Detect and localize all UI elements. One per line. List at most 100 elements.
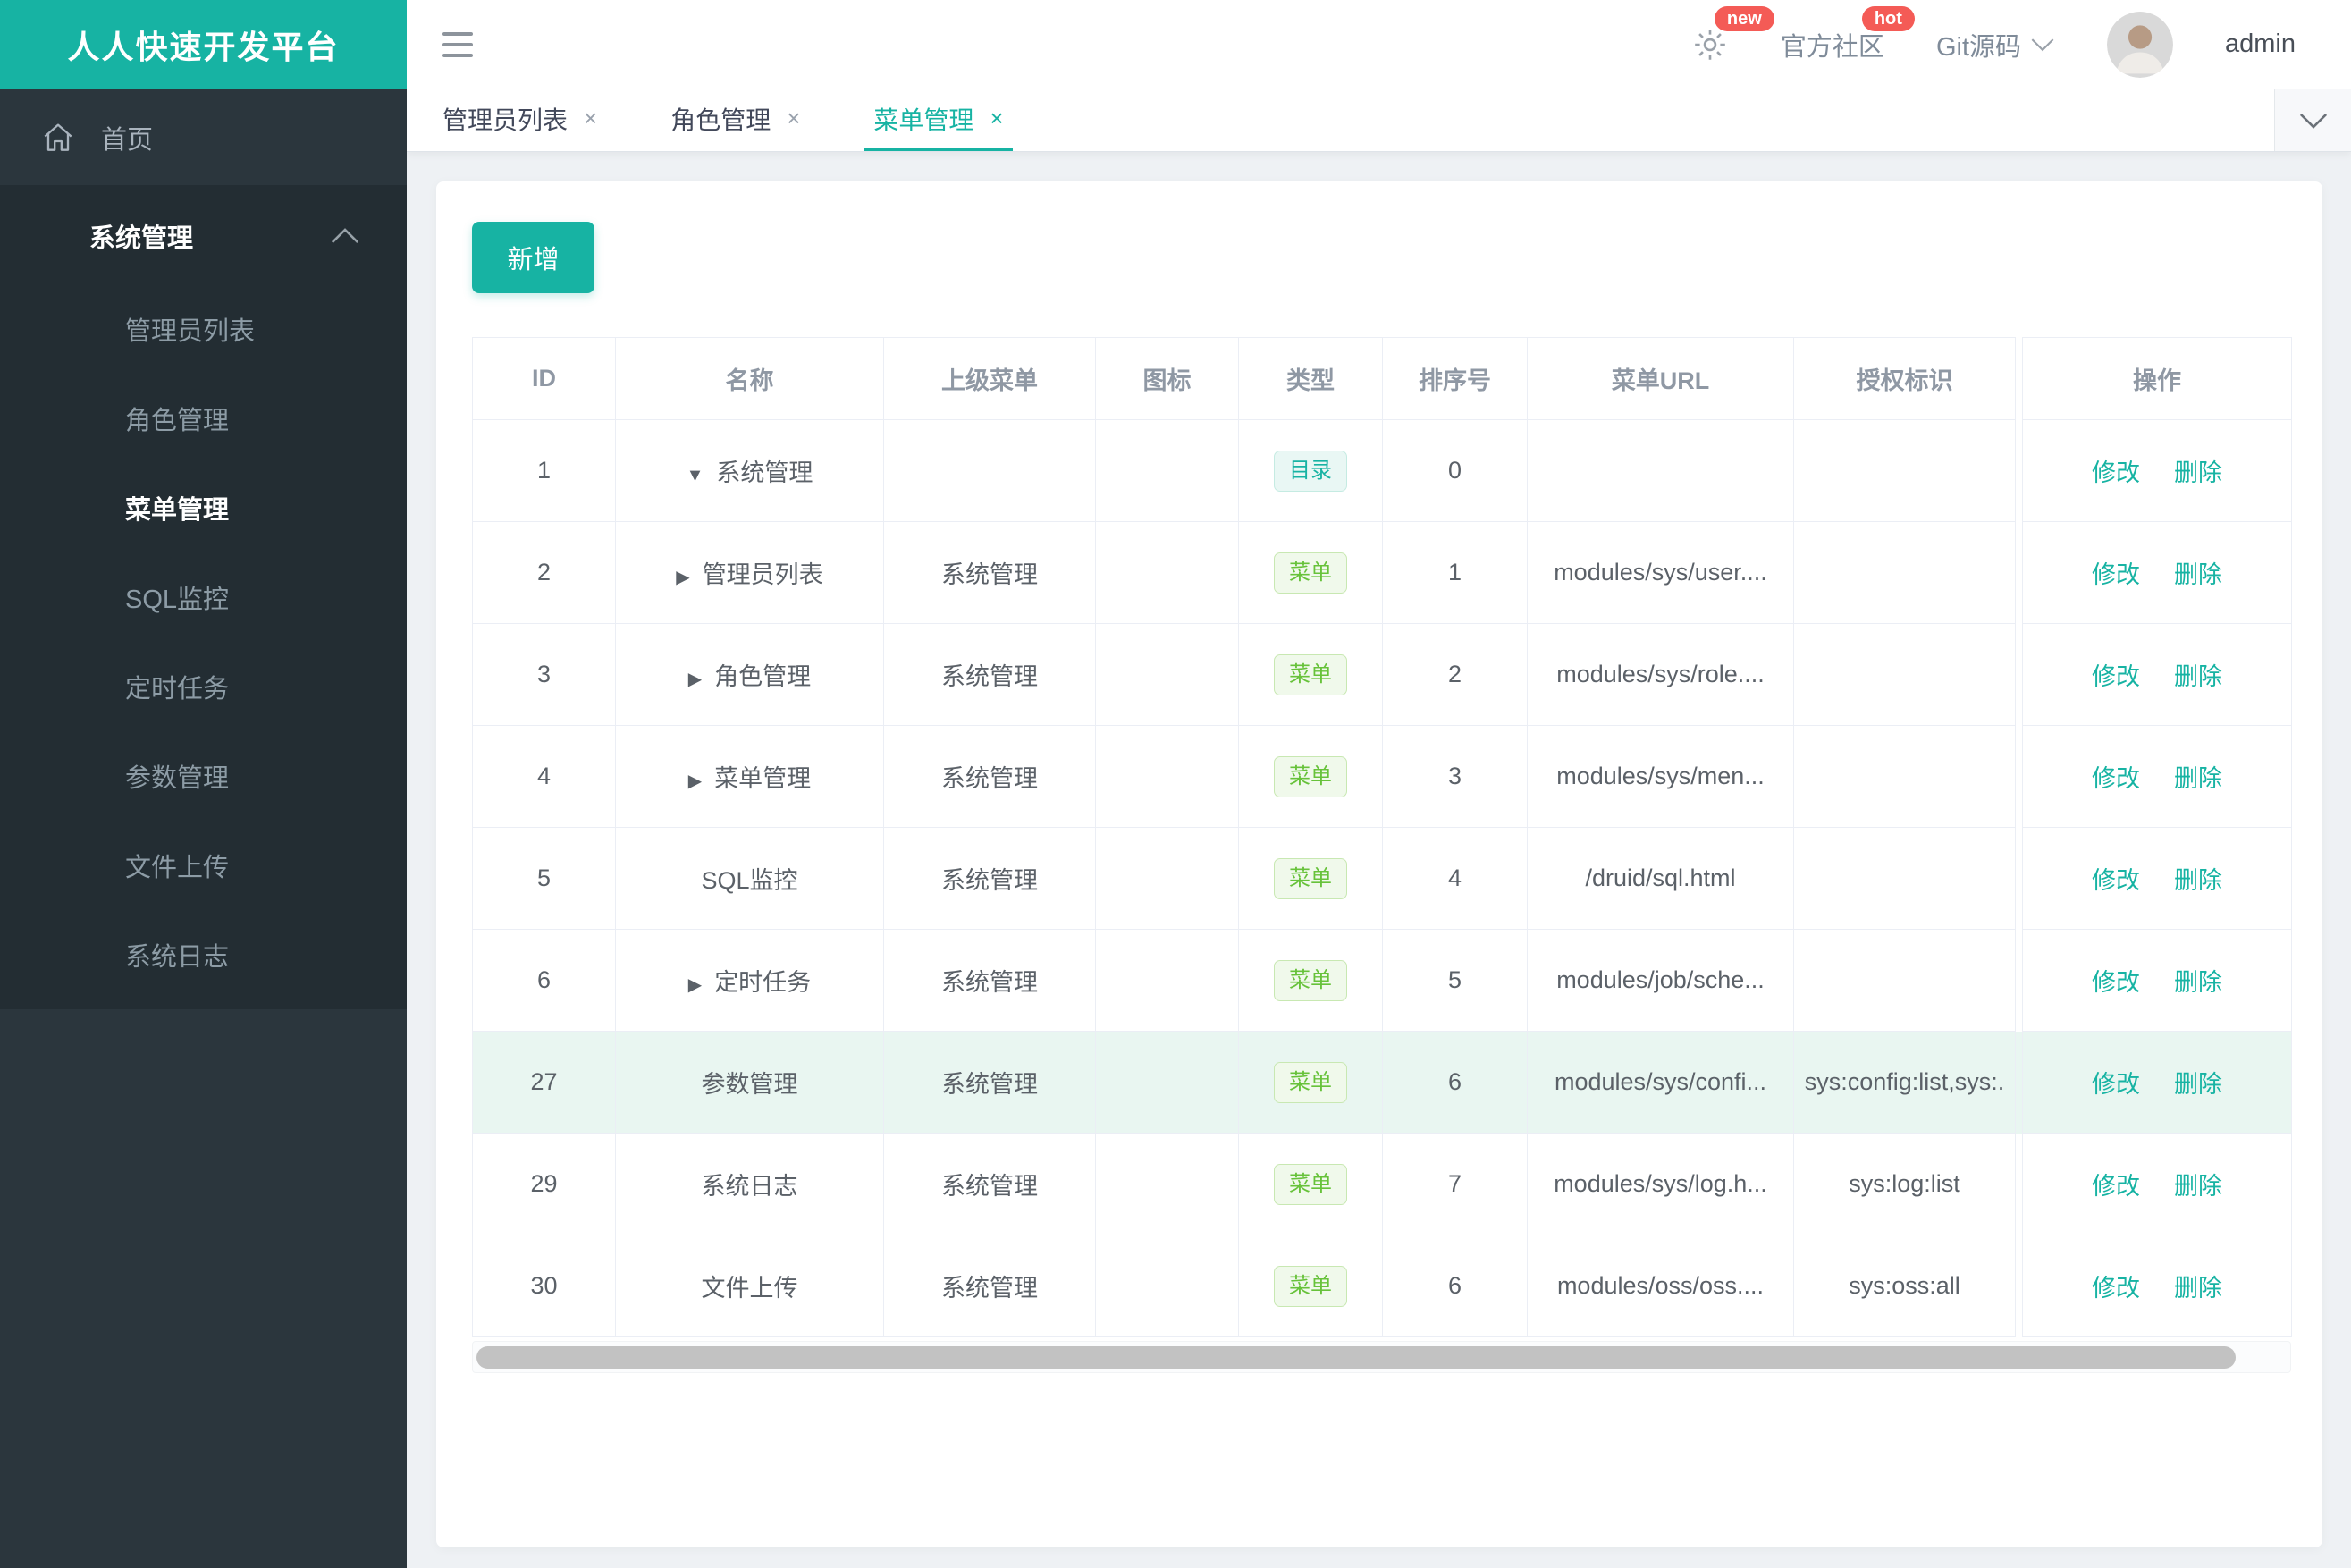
- username-label[interactable]: admin: [2225, 30, 2296, 59]
- tree-toggle-icon[interactable]: ▶: [676, 568, 689, 587]
- header-right: new 官方社区 hot Git源码 admin: [1691, 5, 2296, 78]
- cell-icon: [1095, 623, 1239, 726]
- git-source-dropdown[interactable]: Git源码: [1936, 26, 2055, 63]
- cell-id: 27: [472, 1031, 616, 1134]
- delete-link[interactable]: 删除: [2174, 663, 2222, 690]
- cell-name: 文件上传: [615, 1235, 884, 1337]
- sidebar-item-upload[interactable]: 文件上传: [0, 823, 407, 913]
- sidebar-group-label: 系统管理: [89, 224, 194, 253]
- community-link[interactable]: 官方社区 hot: [1781, 5, 1915, 63]
- tab-role[interactable]: 角色管理 ×: [661, 89, 809, 151]
- delete-link[interactable]: 删除: [2174, 867, 2222, 894]
- type-badge: 菜单: [1274, 1265, 1347, 1307]
- tab-admin-list[interactable]: 管理员列表 ×: [434, 89, 606, 151]
- table-row[interactable]: 4 ▶ 菜单管理 系统管理 菜单 3 modules/sys/men... 修改 删…: [472, 725, 2292, 828]
- cell-type: 菜单: [1238, 1031, 1383, 1134]
- cell-perms: sys:config:list,sys:.: [1793, 1031, 2016, 1134]
- close-icon[interactable]: ×: [584, 105, 597, 132]
- cell-perms: [1793, 827, 2016, 930]
- cell-url: modules/sys/role....: [1527, 623, 1794, 726]
- delete-link[interactable]: 删除: [2174, 459, 2222, 486]
- hot-badge: hot: [1861, 5, 1915, 31]
- delete-link[interactable]: 删除: [2174, 1071, 2222, 1098]
- delete-link[interactable]: 删除: [2174, 1173, 2222, 1200]
- fixed-column-gap: [2015, 929, 2023, 1032]
- fixed-column-gap: [2015, 419, 2023, 522]
- col-perms: 授权标识: [1793, 337, 2016, 420]
- edit-link[interactable]: 修改: [2092, 867, 2140, 894]
- edit-link[interactable]: 修改: [2092, 969, 2140, 996]
- settings-button[interactable]: new: [1691, 5, 1774, 63]
- sidebar-item-home[interactable]: 首页: [0, 89, 407, 185]
- edit-link[interactable]: 修改: [2092, 765, 2140, 792]
- edit-link[interactable]: 修改: [2092, 1173, 2140, 1200]
- sidebar-item-log[interactable]: 系统日志: [0, 913, 407, 1002]
- edit-link[interactable]: 修改: [2092, 1275, 2140, 1302]
- tab-label: 管理员列表: [442, 105, 569, 134]
- hamburger-icon[interactable]: [442, 31, 473, 57]
- cell-parent: 系统管理: [883, 1133, 1096, 1235]
- type-badge: 菜单: [1274, 552, 1347, 594]
- table-row[interactable]: 27 参数管理 系统管理 菜单 6 modules/sys/confi... s…: [472, 1031, 2292, 1134]
- sidebar-item-sql[interactable]: SQL监控: [0, 555, 407, 645]
- sidebar-item-config[interactable]: 参数管理: [0, 734, 407, 823]
- edit-link[interactable]: 修改: [2092, 459, 2140, 486]
- delete-link[interactable]: 删除: [2174, 969, 2222, 996]
- close-icon[interactable]: ×: [787, 105, 800, 132]
- cell-type: 菜单: [1238, 725, 1383, 828]
- edit-link[interactable]: 修改: [2092, 561, 2140, 588]
- table-row[interactable]: 1 ▼ 系统管理 目录 0 修改 删除: [472, 419, 2292, 522]
- git-source-label: Git源码: [1935, 32, 2021, 62]
- edit-link[interactable]: 修改: [2092, 1071, 2140, 1098]
- scrollbar-thumb[interactable]: [476, 1346, 2236, 1369]
- close-icon[interactable]: ×: [990, 105, 1003, 132]
- tree-toggle-icon[interactable]: ▶: [688, 771, 702, 791]
- table-row[interactable]: 2 ▶ 管理员列表 系统管理 菜单 1 modules/sys/user.... …: [472, 521, 2292, 624]
- table-body: 1 ▼ 系统管理 目录 0 修改 删除 2 ▶ 管理员列表 系统管理 菜单 1 mod…: [472, 419, 2292, 1337]
- content-card: 新增 ID 名称 上级菜单 图标 类型 排序号 菜单URL 授权标识 操作 1 …: [436, 181, 2322, 1547]
- delete-link[interactable]: 删除: [2174, 765, 2222, 792]
- sidebar-item-menu[interactable]: 菜单管理: [0, 466, 407, 555]
- fixed-column-gap: [2015, 725, 2023, 828]
- edit-link[interactable]: 修改: [2092, 663, 2140, 690]
- user-avatar[interactable]: [2107, 11, 2173, 78]
- cell-type: 目录: [1238, 419, 1383, 522]
- add-button[interactable]: 新增: [472, 222, 594, 293]
- cell-id: 2: [472, 521, 616, 624]
- sidebar-item-job[interactable]: 定时任务: [0, 645, 407, 734]
- menu-name-label: 定时任务: [714, 969, 812, 996]
- col-type: 类型: [1238, 337, 1383, 420]
- cell-perms: [1793, 419, 2016, 522]
- cell-actions: 修改 删除: [2022, 827, 2292, 930]
- cell-parent: 系统管理: [883, 725, 1096, 828]
- table-row[interactable]: 30 文件上传 系统管理 菜单 6 modules/oss/oss.... sy…: [472, 1235, 2292, 1337]
- table-row[interactable]: 3 ▶ 角色管理 系统管理 菜单 2 modules/sys/role.... 修…: [472, 623, 2292, 726]
- sidebar-item-admin-list[interactable]: 管理员列表: [0, 287, 407, 376]
- sidebar-item-role[interactable]: 角色管理: [0, 376, 407, 466]
- delete-link[interactable]: 删除: [2174, 561, 2222, 588]
- sidebar-group-header[interactable]: 系统管理: [0, 185, 407, 287]
- tab-label: 角色管理: [670, 105, 771, 134]
- tree-toggle-icon[interactable]: ▶: [688, 670, 702, 689]
- col-url: 菜单URL: [1527, 337, 1794, 420]
- tab-menu[interactable]: 菜单管理 ×: [864, 89, 1013, 151]
- table-row[interactable]: 5 SQL监控 系统管理 菜单 4 /druid/sql.html 修改 删除: [472, 827, 2292, 930]
- table-row[interactable]: 29 系统日志 系统管理 菜单 7 modules/sys/log.h... s…: [472, 1133, 2292, 1235]
- tab-bar: 管理员列表 × 角色管理 × 菜单管理 ×: [407, 89, 2351, 152]
- top-header: new 官方社区 hot Git源码 admin: [407, 0, 2351, 89]
- horizontal-scrollbar[interactable]: [472, 1341, 2291, 1373]
- table-row[interactable]: 6 ▶ 定时任务 系统管理 菜单 5 modules/job/sche... 修改…: [472, 929, 2292, 1032]
- tree-toggle-icon[interactable]: ▶: [688, 975, 702, 995]
- cell-perms: [1793, 623, 2016, 726]
- cell-url: modules/oss/oss....: [1527, 1235, 1794, 1337]
- cell-parent: 系统管理: [883, 1031, 1096, 1134]
- tab-list-dropdown[interactable]: [2274, 89, 2351, 151]
- cell-name: 系统日志: [615, 1133, 884, 1235]
- tree-toggle-icon[interactable]: ▼: [687, 466, 704, 485]
- cell-name: SQL监控: [615, 827, 884, 930]
- cell-order: 4: [1382, 827, 1528, 930]
- delete-link[interactable]: 删除: [2174, 1275, 2222, 1302]
- cell-name: 参数管理: [615, 1031, 884, 1134]
- table-header-row: ID 名称 上级菜单 图标 类型 排序号 菜单URL 授权标识 操作: [472, 337, 2292, 420]
- tab-label: 菜单管理: [873, 105, 974, 134]
